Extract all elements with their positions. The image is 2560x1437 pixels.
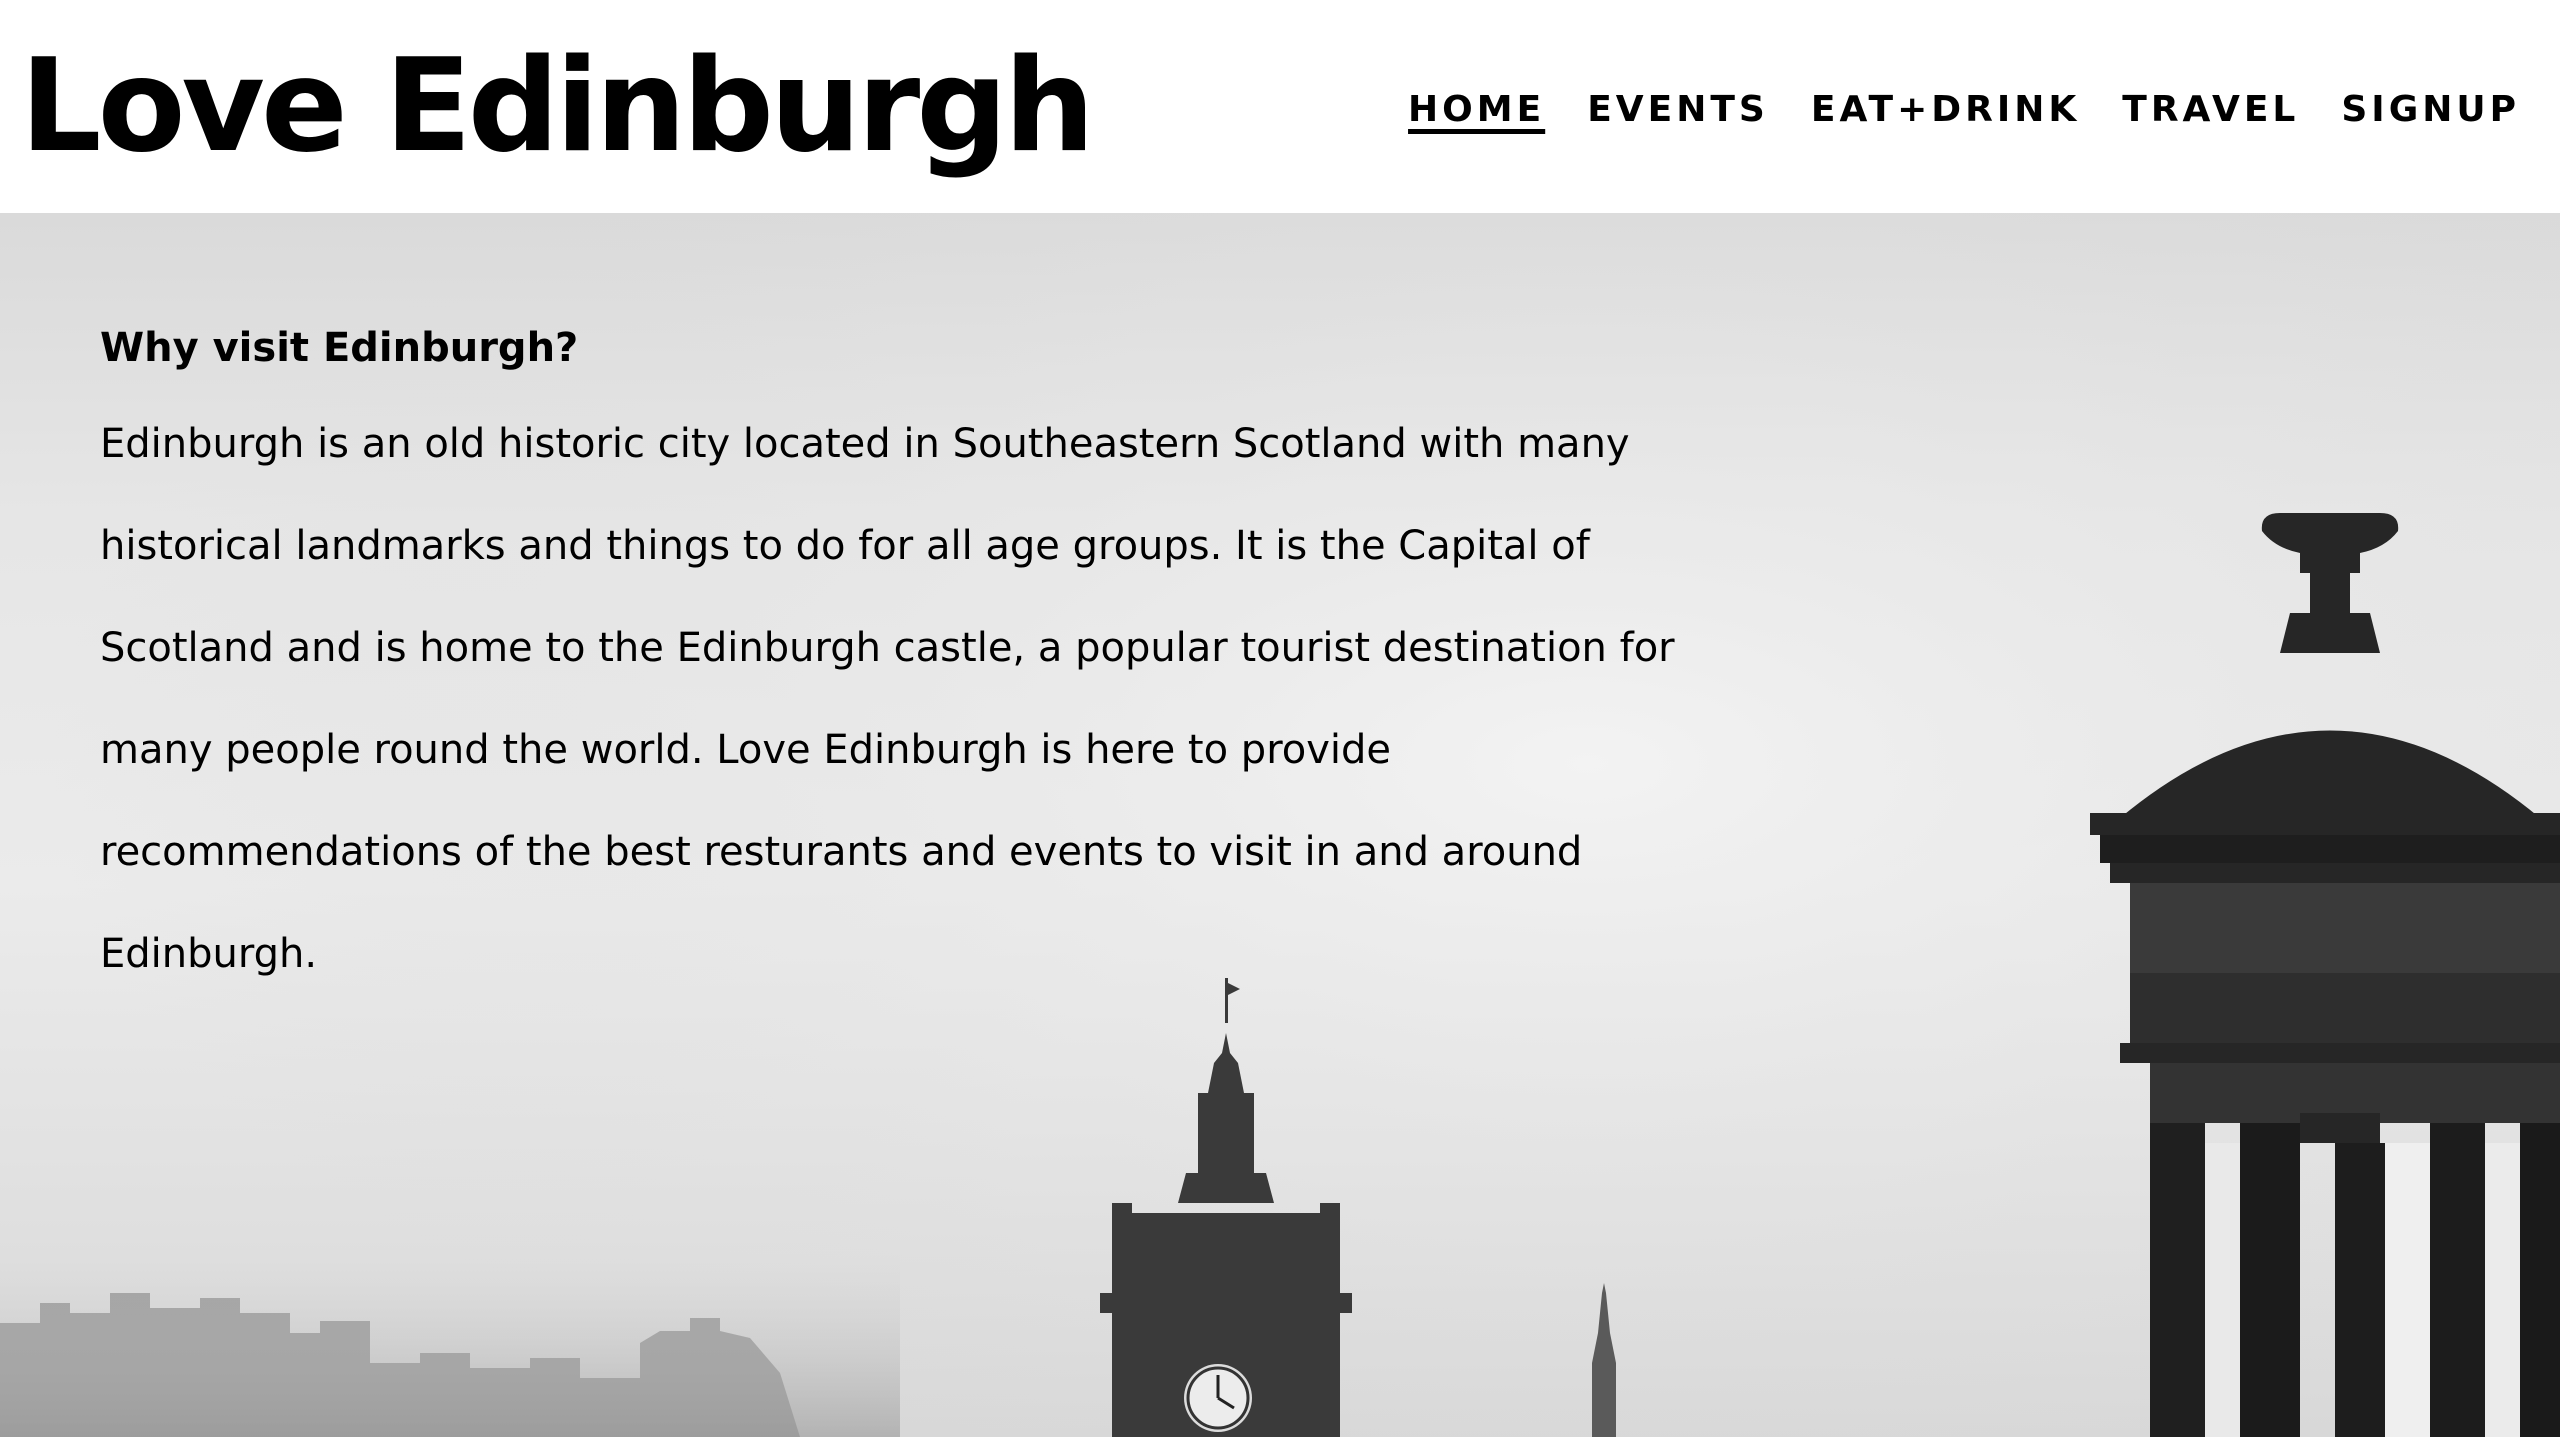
nav-signup-link[interactable]: SIGNUP (2341, 80, 2520, 140)
site-header: Love Edinburgh HOME EVENTS EAT+DRINK TRA… (0, 0, 2560, 213)
intro-paragraph: Edinburgh is an old historic city locate… (100, 421, 1675, 977)
nav-events-link[interactable]: EVENTS (1587, 80, 1769, 140)
nav-travel-link[interactable]: TRAVEL (2122, 80, 2299, 140)
site-title[interactable]: Love Edinburgh (20, 22, 1095, 192)
nav-home-link[interactable]: HOME (1408, 80, 1545, 140)
main-nav: HOME EVENTS EAT+DRINK TRAVEL SIGNUP (1408, 80, 2520, 140)
hero-section: Why visit Edinburgh? Edinburgh is an old… (0, 213, 2560, 1437)
intro-content: Why visit Edinburgh? Edinburgh is an old… (100, 313, 1740, 1005)
nav-eat-drink-link[interactable]: EAT+DRINK (1811, 80, 2080, 140)
intro-heading: Why visit Edinburgh? (100, 325, 579, 371)
